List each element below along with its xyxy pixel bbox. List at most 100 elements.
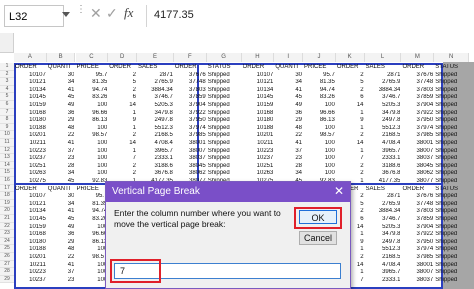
cell[interactable]: 81.35 bbox=[304, 79, 335, 86]
cell[interactable]: 96.66 bbox=[77, 231, 107, 238]
cell[interactable]: 36 bbox=[48, 110, 75, 117]
cell[interactable]: 37950 bbox=[175, 117, 206, 124]
cell[interactable]: 3479.8 bbox=[366, 231, 400, 238]
cell[interactable]: QUANTI bbox=[275, 64, 302, 71]
cell[interactable]: 100 bbox=[77, 269, 107, 276]
cell[interactable]: 10188 bbox=[15, 125, 46, 132]
cell[interactable]: 100 bbox=[77, 262, 107, 269]
cell[interactable]: 37 bbox=[275, 148, 302, 155]
cell[interactable]: 96.66 bbox=[77, 110, 107, 117]
row-header[interactable]: 24 bbox=[0, 237, 14, 246]
cell[interactable]: 10263 bbox=[15, 170, 46, 177]
cell[interactable]: 3884.34 bbox=[366, 208, 401, 215]
row-header[interactable]: 29 bbox=[0, 275, 14, 284]
cell[interactable]: 38001 bbox=[402, 262, 434, 269]
cell[interactable]: 4708.4 bbox=[366, 262, 400, 269]
cell[interactable]: 2497.8 bbox=[366, 117, 400, 124]
cell[interactable]: 37676 bbox=[402, 193, 434, 200]
cell[interactable]: 2 bbox=[337, 170, 363, 177]
cell[interactable]: 37985 bbox=[175, 132, 206, 139]
row-header[interactable]: 1 bbox=[0, 63, 14, 71]
cancel-icon[interactable]: ✕ bbox=[90, 5, 102, 22]
cell[interactable]: 2871 bbox=[366, 72, 400, 79]
cell[interactable]: 30 bbox=[275, 72, 302, 79]
cell[interactable]: 1 bbox=[109, 110, 136, 117]
cell[interactable]: 86.13 bbox=[77, 117, 107, 124]
cell[interactable]: 98.57 bbox=[304, 132, 335, 139]
cell[interactable]: 10121 bbox=[15, 79, 46, 86]
cell[interactable]: 2 bbox=[337, 163, 363, 170]
cell[interactable]: 22 bbox=[275, 132, 302, 139]
cell[interactable]: 9 bbox=[337, 117, 363, 124]
cell[interactable]: Shipped bbox=[435, 117, 468, 124]
cell[interactable]: 41 bbox=[48, 87, 75, 94]
insert-function-icon[interactable]: fx bbox=[124, 5, 133, 21]
cell[interactable]: 30 bbox=[48, 193, 75, 200]
cell[interactable]: 38045 bbox=[175, 163, 206, 170]
cell[interactable]: 100 bbox=[304, 125, 335, 132]
cell[interactable]: 2 bbox=[109, 132, 136, 139]
cell[interactable]: 3479.8 bbox=[366, 110, 400, 117]
cell[interactable]: 38077 bbox=[402, 178, 434, 185]
cell[interactable]: Shipped bbox=[435, 239, 468, 246]
cell[interactable]: 2497.8 bbox=[366, 239, 400, 246]
cell[interactable]: 98.57 bbox=[77, 254, 107, 261]
cell[interactable]: 38007 bbox=[175, 148, 206, 155]
cell[interactable]: 3965.7 bbox=[138, 148, 173, 155]
cell[interactable]: 2 bbox=[109, 72, 136, 79]
ok-button[interactable]: OK bbox=[299, 210, 337, 224]
cell[interactable]: 37904 bbox=[402, 224, 434, 231]
cell[interactable]: 37859 bbox=[402, 216, 434, 223]
cell[interactable]: 10237 bbox=[15, 277, 46, 284]
cell[interactable]: 23 bbox=[275, 155, 302, 162]
cell[interactable]: 4708.4 bbox=[366, 140, 400, 147]
cell[interactable]: 3746.7 bbox=[366, 94, 400, 101]
cell[interactable]: 29 bbox=[48, 117, 75, 124]
cell[interactable]: 10211 bbox=[243, 140, 273, 147]
cell[interactable]: 2333.1 bbox=[366, 277, 400, 284]
cell[interactable]: 100 bbox=[304, 148, 335, 155]
cell[interactable]: 22 bbox=[48, 132, 75, 139]
column-header[interactable]: D bbox=[108, 53, 137, 62]
column-header[interactable]: H bbox=[241, 53, 275, 62]
cell[interactable]: 100 bbox=[77, 277, 107, 284]
cell[interactable]: 37985 bbox=[402, 254, 434, 261]
cell[interactable]: 37676 bbox=[402, 72, 434, 79]
cell[interactable]: 2 bbox=[109, 87, 136, 94]
cell[interactable]: SALES bbox=[366, 186, 401, 193]
cell[interactable]: 38045 bbox=[402, 163, 434, 170]
cell[interactable]: 29 bbox=[48, 239, 75, 246]
cell[interactable]: 37950 bbox=[402, 239, 434, 246]
cell[interactable]: ORDER bbox=[109, 64, 136, 71]
cell[interactable]: 38037 bbox=[402, 277, 434, 284]
cell[interactable]: Shipped bbox=[435, 125, 468, 132]
cell[interactable]: 1 bbox=[109, 125, 136, 132]
column-header[interactable]: B bbox=[46, 53, 76, 62]
cell[interactable]: 1 bbox=[337, 110, 363, 117]
cell[interactable]: 37748 bbox=[175, 79, 206, 86]
cell[interactable]: 37922 bbox=[175, 110, 206, 117]
cell[interactable]: 41 bbox=[48, 262, 75, 269]
cell[interactable]: 10201 bbox=[243, 132, 274, 139]
cell[interactable]: 100 bbox=[77, 246, 107, 253]
cell[interactable]: 100 bbox=[77, 140, 107, 147]
cell[interactable]: 37803 bbox=[402, 208, 434, 215]
cell[interactable]: PRICEE bbox=[77, 64, 108, 71]
cell[interactable]: 37748 bbox=[402, 79, 434, 86]
cell[interactable]: 38062 bbox=[402, 170, 434, 177]
cell[interactable]: 49 bbox=[275, 102, 302, 109]
cell[interactable]: 10145 bbox=[15, 94, 46, 101]
cell[interactable]: 100 bbox=[304, 170, 335, 177]
cell[interactable]: 5205.3 bbox=[366, 102, 400, 109]
cell[interactable]: 10211 bbox=[15, 140, 46, 147]
cell[interactable]: 10223 bbox=[243, 148, 274, 155]
cell[interactable]: 23 bbox=[48, 155, 75, 162]
cell[interactable]: 9 bbox=[109, 117, 136, 124]
cell[interactable]: QUANTI bbox=[48, 64, 75, 71]
cell[interactable]: 100 bbox=[304, 140, 335, 147]
row-header[interactable]: 11 bbox=[0, 139, 14, 147]
cell[interactable]: 45 bbox=[48, 94, 75, 101]
cell[interactable]: 86.13 bbox=[304, 117, 335, 124]
cell[interactable]: 94.74 bbox=[77, 208, 107, 215]
cell[interactable]: 2765.9 bbox=[138, 79, 173, 86]
